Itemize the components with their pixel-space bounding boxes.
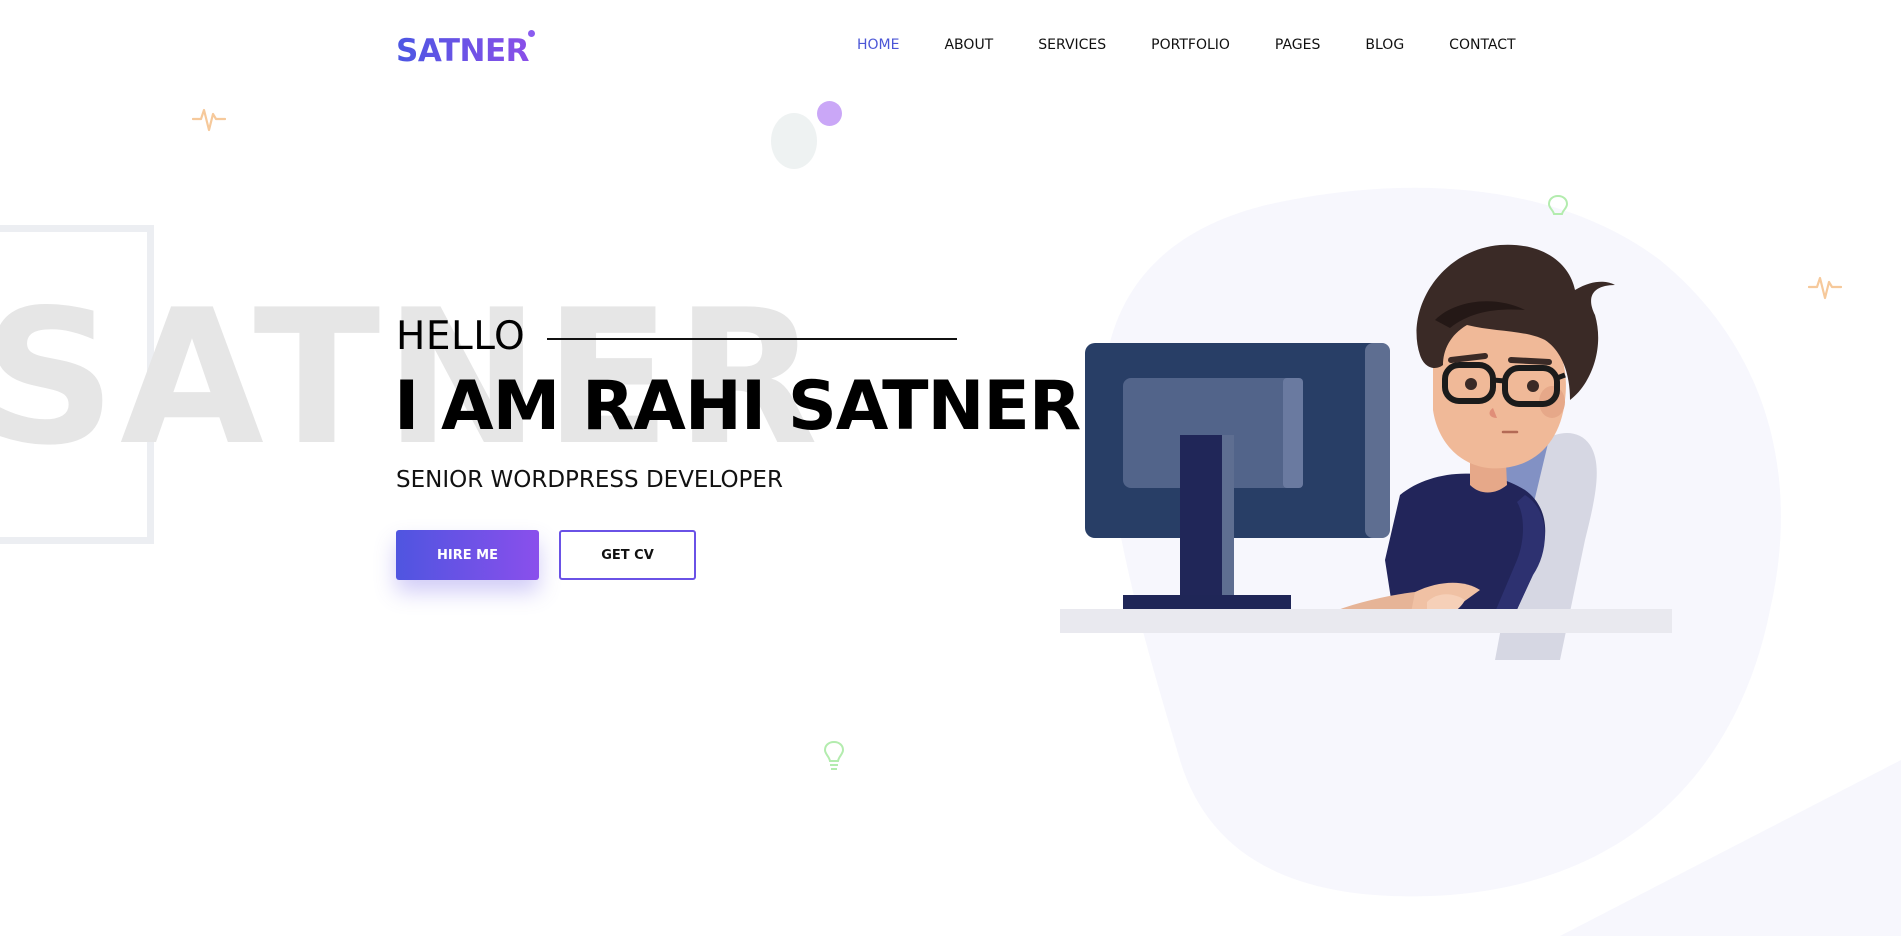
lightbulb-icon bbox=[823, 740, 845, 770]
nav-item-portfolio[interactable]: PORTFOLIO bbox=[1151, 37, 1230, 53]
nav-item-home[interactable]: HOME bbox=[857, 37, 899, 53]
pulse-icon bbox=[1808, 276, 1842, 300]
nav-item-contact[interactable]: CONTACT bbox=[1449, 37, 1515, 53]
logo[interactable]: SATNER bbox=[396, 33, 530, 69]
greeting-row: HELLO bbox=[396, 314, 958, 359]
lightbulb-icon bbox=[1547, 194, 1569, 215]
pulse-icon bbox=[192, 108, 226, 132]
hero-subtitle: SENIOR WORDPRESS DEVELOPER bbox=[396, 467, 783, 493]
greeting-divider bbox=[547, 337, 958, 340]
hire-me-button[interactable]: HIRE ME bbox=[396, 530, 539, 580]
nav-item-services[interactable]: SERVICES bbox=[1038, 37, 1106, 53]
hero-title: I AM RAHI SATNER bbox=[394, 367, 1081, 446]
nav-item-about[interactable]: ABOUT bbox=[944, 37, 993, 53]
main-nav: HOME ABOUT SERVICES PORTFOLIO PAGES BLOG… bbox=[857, 37, 1516, 53]
page: SATNER SATNER HOME ABOUT SERVICES PORTFO… bbox=[0, 0, 1901, 936]
circle-dot bbox=[771, 113, 817, 169]
logo-dot bbox=[528, 30, 535, 37]
get-cv-button[interactable]: GET CV bbox=[559, 530, 696, 580]
circle-dot bbox=[817, 101, 842, 126]
greeting: HELLO bbox=[396, 314, 526, 359]
developer-illustration bbox=[1060, 244, 1672, 660]
nav-item-pages[interactable]: PAGES bbox=[1275, 37, 1320, 53]
nav-item-blog[interactable]: BLOG bbox=[1365, 37, 1404, 53]
